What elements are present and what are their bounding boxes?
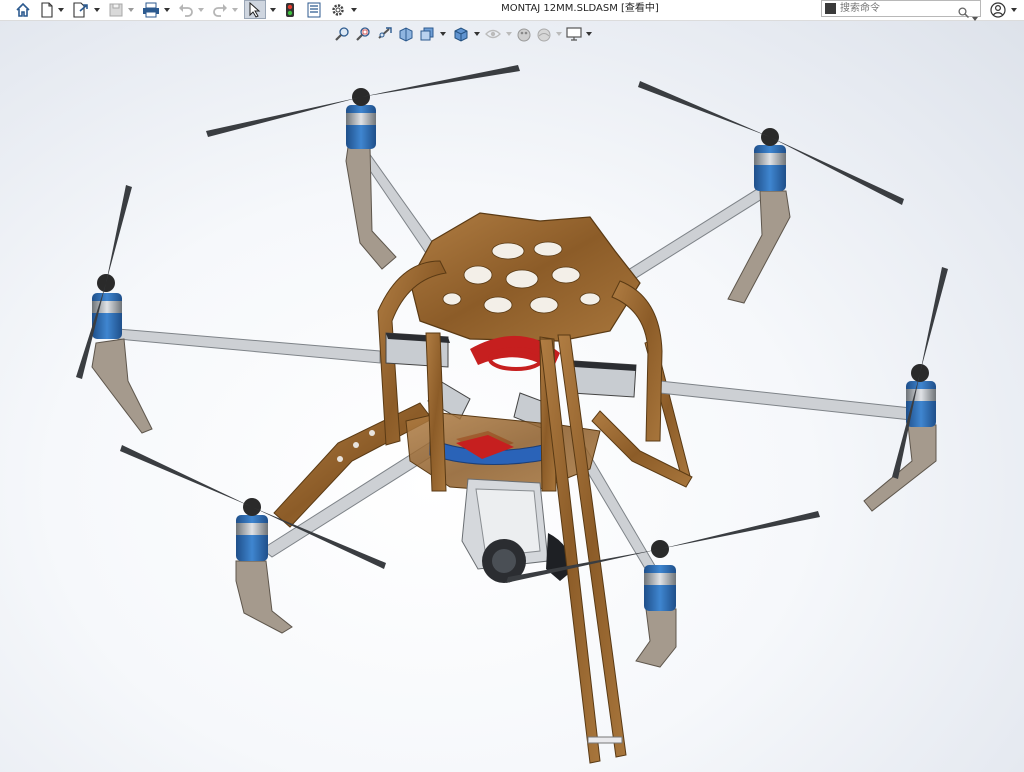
command-prompt-icon <box>825 3 836 14</box>
new-dropdown-arrow-icon[interactable] <box>58 2 64 17</box>
redo-icon[interactable] <box>211 1 229 18</box>
new-document-icon[interactable] <box>39 1 55 18</box>
file-properties-icon[interactable] <box>305 1 323 18</box>
rebuild-traffic-light-icon[interactable] <box>283 1 297 18</box>
save-dropdown-arrow-icon[interactable] <box>128 2 134 17</box>
hexacopter-3d-model[interactable] <box>0 21 1024 772</box>
search-icon[interactable] <box>958 3 970 22</box>
motor-assembly-bottom-left <box>120 445 386 634</box>
save-icon[interactable] <box>107 1 125 18</box>
home-icon[interactable] <box>14 1 32 18</box>
motor-assembly-bottom-right <box>506 511 820 668</box>
account-user-icon[interactable] <box>989 1 1007 18</box>
motor-assembly-right <box>863 267 948 512</box>
print-icon[interactable] <box>141 1 161 18</box>
select-cursor-icon[interactable] <box>244 0 266 19</box>
undo-icon[interactable] <box>177 1 195 18</box>
undo-dropdown-arrow-icon[interactable] <box>198 2 204 17</box>
central-frame-body <box>377 212 663 494</box>
graphics-area[interactable] <box>0 21 1024 772</box>
motor-assembly-left <box>76 185 153 434</box>
quick-access-toolbar: MONTAJ 12MM.SLDASM [查看中] <box>0 0 1024 21</box>
open-document-icon[interactable] <box>71 1 91 18</box>
account-dropdown-arrow-icon[interactable] <box>1011 2 1017 17</box>
motor-assembly-top-right <box>638 81 904 304</box>
select-dropdown-arrow-icon[interactable] <box>270 2 276 17</box>
window-title: MONTAJ 12MM.SLDASM [查看中] <box>501 3 659 14</box>
search-input[interactable] <box>840 1 950 16</box>
options-dropdown-arrow-icon[interactable] <box>351 2 357 17</box>
options-gear-icon[interactable] <box>329 1 347 18</box>
redo-dropdown-arrow-icon[interactable] <box>232 2 238 17</box>
camera-gimbal <box>461 478 572 583</box>
search-commands-box[interactable] <box>821 0 981 21</box>
open-dropdown-arrow-icon[interactable] <box>94 2 100 17</box>
print-dropdown-arrow-icon[interactable] <box>164 2 170 17</box>
